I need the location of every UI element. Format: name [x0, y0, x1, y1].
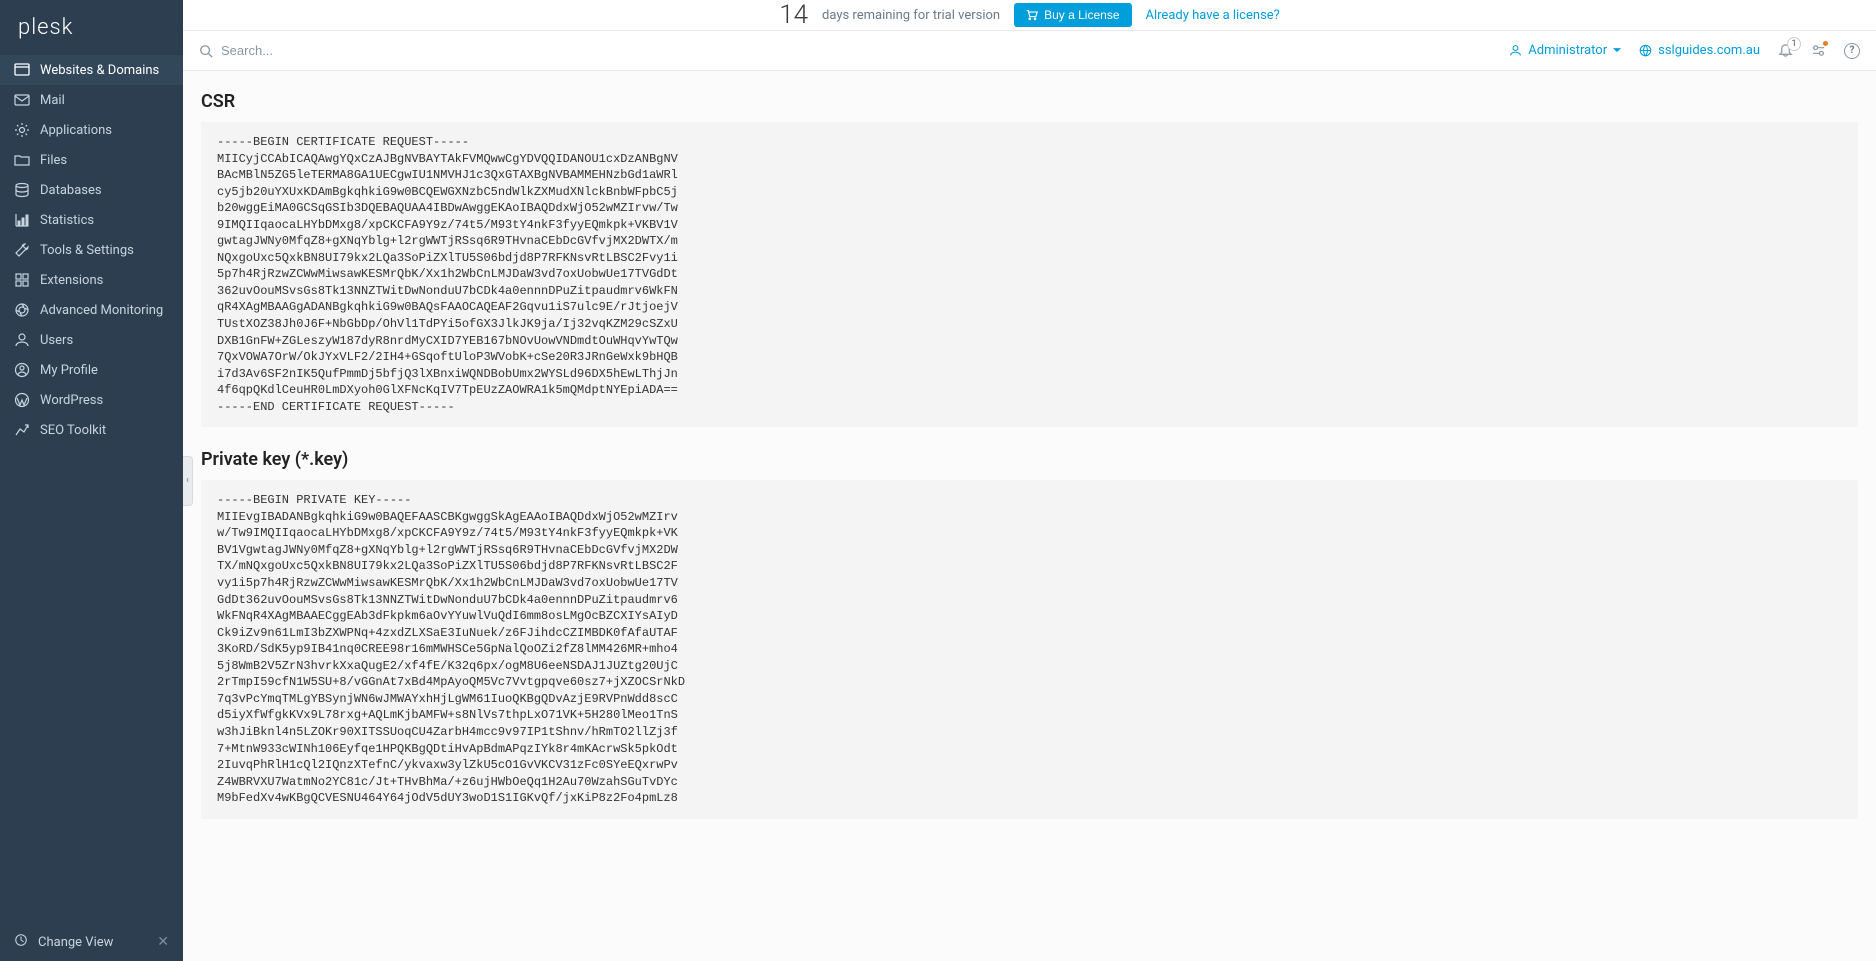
close-icon[interactable]: ✕ [157, 934, 169, 950]
private-key-block: -----BEGIN PRIVATE KEY----- MIIEvgIBADAN… [201, 480, 1858, 818]
change-view-link[interactable]: Change View [38, 935, 113, 950]
private-key-heading: Private key (*.key) [201, 449, 1858, 470]
search-input[interactable] [221, 43, 521, 58]
extensions-icon [14, 272, 30, 288]
sidebar-item-databases[interactable]: Databases [0, 175, 183, 205]
sidebar-item-label: Mail [40, 93, 65, 108]
cart-icon [1026, 9, 1038, 21]
sidebar-item-label: Users [40, 333, 73, 348]
logo-text: plesk [18, 15, 73, 40]
globe-icon [1639, 44, 1652, 57]
sidebar-item-label: My Profile [40, 363, 98, 378]
help-icon: ? [1844, 43, 1860, 59]
sidebar-item-label: SEO Toolkit [40, 423, 106, 438]
sidebar-item-wordpress[interactable]: WordPress [0, 385, 183, 415]
admin-menu[interactable]: Administrator [1509, 43, 1621, 58]
profile-icon [14, 362, 30, 378]
logo: plesk [0, 0, 183, 55]
sidebar-item-websites[interactable]: Websites & Domains [0, 55, 183, 85]
sidebar-item-label: Files [40, 153, 67, 168]
sidebar-item-label: Databases [40, 183, 102, 198]
buy-license-label: Buy a License [1044, 8, 1119, 22]
wordpress-icon [14, 392, 30, 408]
database-icon [14, 182, 30, 198]
search-icon [199, 44, 213, 58]
sidebar-item-label: Tools & Settings [40, 243, 134, 258]
websites-icon [14, 62, 30, 78]
mail-icon [14, 92, 30, 108]
sidebar-item-statistics[interactable]: Statistics [0, 205, 183, 235]
sidebar-item-label: Extensions [40, 273, 103, 288]
content: CSR -----BEGIN CERTIFICATE REQUEST----- … [183, 71, 1876, 961]
help-button[interactable]: ? [1844, 43, 1860, 59]
domain-link[interactable]: sslguides.com.au [1639, 43, 1760, 58]
sidebar: plesk Websites & Domains Mail Applicatio… [0, 0, 183, 961]
top-bar: Administrator sslguides.com.au 1 ? [183, 31, 1876, 71]
search-wrap [199, 43, 1497, 58]
updates-button[interactable] [1811, 43, 1826, 58]
sidebar-collapse-handle[interactable]: ‹ [183, 456, 193, 506]
trial-bar: 14 days remaining for trial version Buy … [183, 0, 1876, 31]
sidebar-item-applications[interactable]: Applications [0, 115, 183, 145]
csr-heading: CSR [201, 91, 1858, 112]
admin-label: Administrator [1528, 43, 1607, 58]
trial-days: 14 [779, 2, 808, 28]
main: 14 days remaining for trial version Buy … [183, 0, 1876, 961]
already-license-link[interactable]: Already have a license? [1146, 8, 1280, 23]
sidebar-item-label: WordPress [40, 393, 103, 408]
sidebar-nav: Websites & Domains Mail Applications Fil… [0, 55, 183, 923]
sidebar-item-extensions[interactable]: Extensions [0, 265, 183, 295]
wrench-icon [14, 242, 30, 258]
sidebar-item-seo[interactable]: SEO Toolkit [0, 415, 183, 445]
sidebar-footer: Change View ✕ [0, 923, 183, 961]
notifications-button[interactable]: 1 [1778, 43, 1793, 58]
sidebar-item-files[interactable]: Files [0, 145, 183, 175]
update-dot [1822, 40, 1829, 47]
sidebar-item-users[interactable]: Users [0, 325, 183, 355]
folder-icon [14, 152, 30, 168]
sidebar-item-tools[interactable]: Tools & Settings [0, 235, 183, 265]
sidebar-item-label: Advanced Monitoring [40, 303, 163, 318]
sidebar-item-label: Statistics [40, 213, 94, 228]
sidebar-item-mail[interactable]: Mail [0, 85, 183, 115]
buy-license-button[interactable]: Buy a License [1014, 3, 1131, 27]
sidebar-item-profile[interactable]: My Profile [0, 355, 183, 385]
monitoring-icon [14, 302, 30, 318]
stats-icon [14, 212, 30, 228]
trial-text: days remaining for trial version [822, 8, 1000, 23]
seo-icon [14, 422, 30, 438]
gear-icon [14, 122, 30, 138]
user-icon [1509, 44, 1522, 57]
users-icon [14, 332, 30, 348]
sidebar-item-label: Websites & Domains [40, 63, 159, 78]
csr-block: -----BEGIN CERTIFICATE REQUEST----- MIIC… [201, 122, 1858, 427]
change-view-icon [14, 933, 28, 951]
sidebar-item-monitoring[interactable]: Advanced Monitoring [0, 295, 183, 325]
sidebar-item-label: Applications [40, 123, 112, 138]
domain-label: sslguides.com.au [1658, 43, 1760, 58]
notif-badge: 1 [1787, 37, 1801, 51]
chevron-down-icon [1613, 48, 1621, 53]
